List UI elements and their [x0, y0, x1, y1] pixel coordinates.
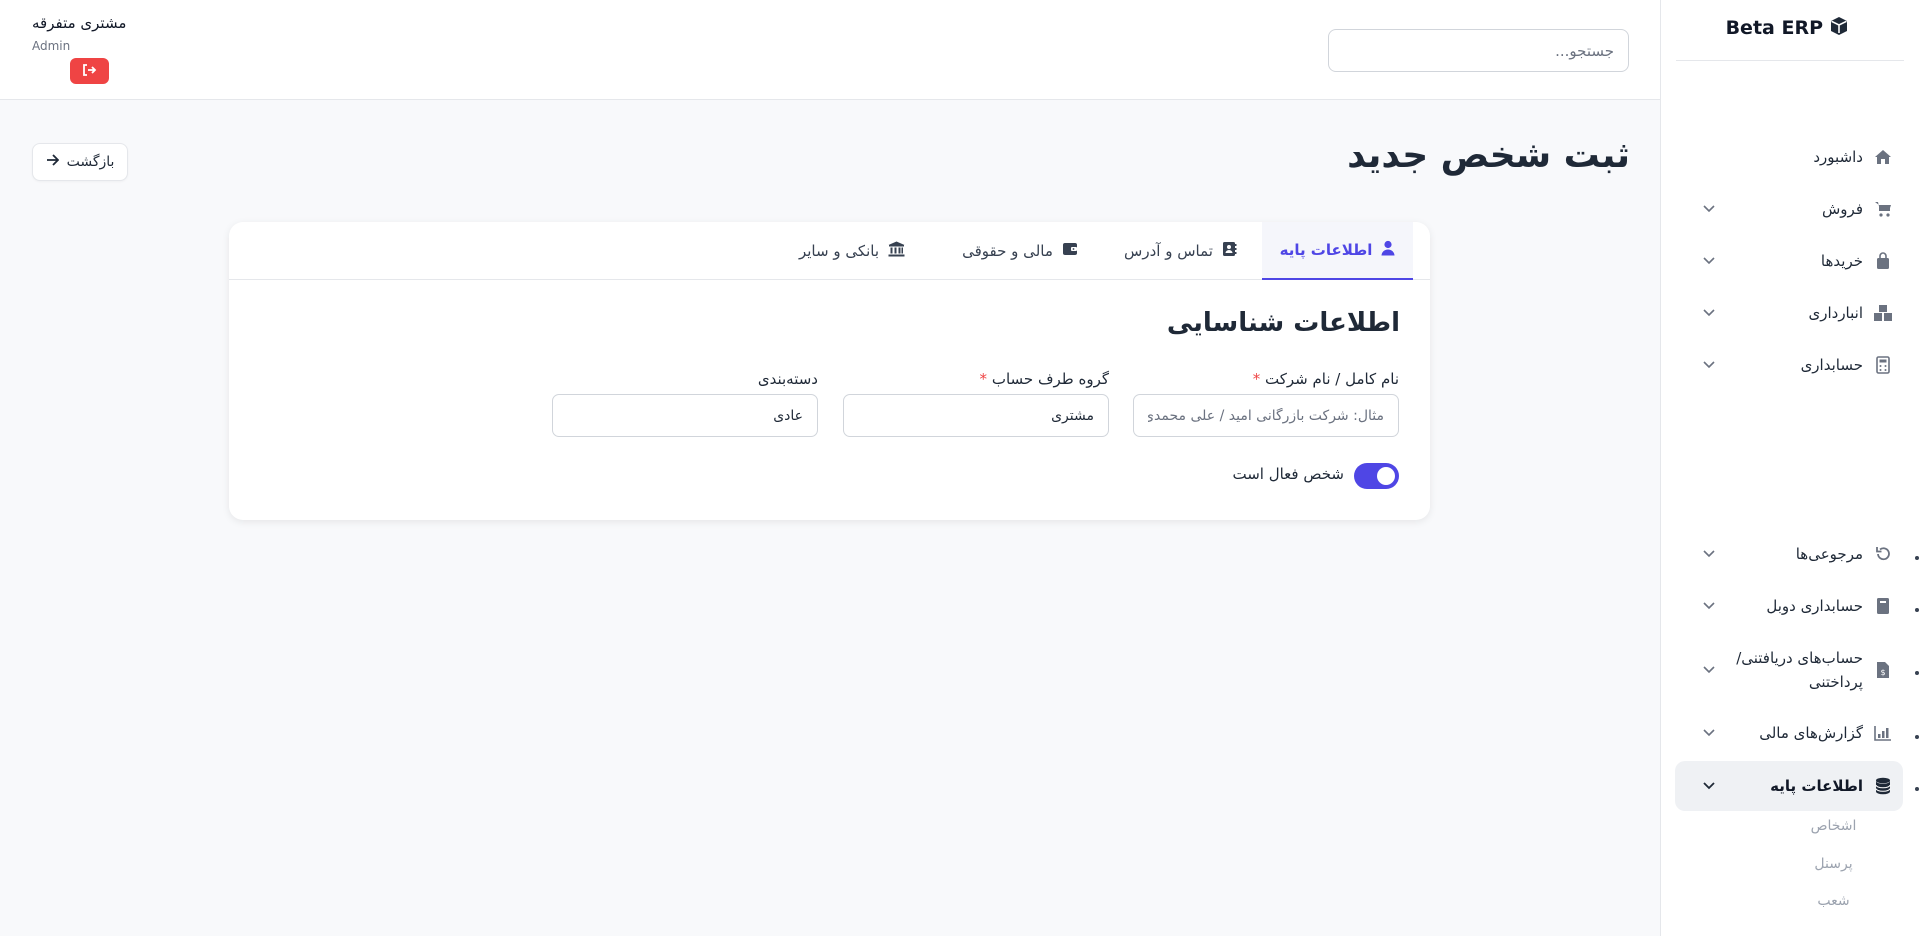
sidebar-item-sales[interactable]: فروش [1675, 185, 1903, 233]
nav-dot [1915, 787, 1919, 791]
form-tabs: اطلاعات پایه تماس و آدرس مالی و حقوقی با… [229, 222, 1430, 280]
required-marker: * [1252, 370, 1261, 388]
sidebar-item-purchases[interactable]: خریدها [1675, 237, 1903, 285]
database-icon [1863, 777, 1903, 795]
sidebar-item-base-info[interactable]: اطلاعات پایه [1675, 761, 1903, 811]
chart-icon [1863, 725, 1903, 741]
contact-book-icon [1222, 241, 1237, 261]
chevron-down-icon [1703, 602, 1715, 610]
sidebar-item-label: فروش [1821, 200, 1863, 218]
required-marker: * [979, 370, 988, 388]
field-label-account-group: گروه طرف حساب * [843, 370, 1109, 388]
calculator-icon [1863, 356, 1903, 374]
field-label-text: دسته‌بندی [757, 370, 818, 388]
back-button-label: بازگشت [66, 154, 115, 170]
chevron-down-icon [1703, 205, 1715, 213]
nav-dot [1915, 671, 1919, 675]
sidebar-subitem-persons[interactable]: اشخاص [1660, 818, 1919, 842]
sidebar-item-label: حسابداری [1800, 356, 1863, 374]
nav-dot [1915, 735, 1919, 739]
tab-basic-info[interactable]: اطلاعات پایه [1262, 222, 1413, 280]
nav-dot [1915, 556, 1919, 560]
full-name-input[interactable] [1133, 394, 1399, 437]
bank-icon [888, 241, 905, 261]
sidebar-item-label: داشبورد [1813, 148, 1863, 166]
tab-label: اطلاعات پایه [1279, 241, 1373, 259]
svg-text:$: $ [1880, 668, 1885, 677]
top-header: مشتری متفرقه Admin [0, 0, 1660, 100]
user-name: مشتری متفرقه [32, 14, 127, 32]
tab-label: بانکی و سایر [798, 242, 880, 260]
person-form-card: اطلاعات پایه تماس و آدرس مالی و حقوقی با… [229, 222, 1430, 520]
chevron-down-icon [1703, 729, 1715, 737]
sidebar-item-inventory[interactable]: انبارداری [1675, 289, 1903, 337]
cart-icon [1863, 200, 1903, 218]
toggle-knob [1377, 467, 1395, 485]
chevron-down-icon [1703, 550, 1715, 558]
bag-icon [1863, 252, 1903, 270]
tab-bank-other[interactable]: بانکی و سایر [769, 222, 935, 280]
cube-icon [1829, 16, 1849, 41]
sidebar-item-label: مرجوعی‌ها [1795, 545, 1863, 563]
sidebar-item-double-entry[interactable]: حسابداری دوبل [1675, 582, 1903, 630]
sidebar-item-label: خریدها [1820, 252, 1863, 270]
sidebar: Beta ERP داشبورد فروش خریدها انبارداری ح… [1660, 0, 1919, 936]
chevron-down-icon [1703, 361, 1715, 369]
chevron-down-icon [1703, 309, 1715, 317]
book-icon [1863, 597, 1903, 615]
tab-label: تماس و آدرس [1124, 242, 1213, 260]
sidebar-item-label: اطلاعات پایه [1770, 777, 1863, 795]
search-input[interactable] [1328, 29, 1629, 72]
sidebar-item-financial-reports[interactable]: گزارش‌های مالی [1675, 709, 1903, 757]
sidebar-item-dashboard[interactable]: داشبورد [1675, 133, 1903, 181]
tab-contact-address[interactable]: تماس و آدرس [1105, 222, 1256, 280]
field-label-full-name: نام کامل / نام شرکت * [1133, 370, 1399, 388]
sidebar-item-receivables-payables[interactable]: $ حساب‌های دریافتنی/ پرداختنی [1675, 640, 1903, 700]
section-title: اطلاعات شناسایی [1166, 308, 1400, 338]
sidebar-item-label: حساب‌های دریافتنی/ پرداختنی [1736, 649, 1863, 691]
sidebar-subitem-personnel[interactable]: پرسنل [1660, 856, 1919, 880]
page-title: ثبت شخص جدید [1347, 135, 1630, 176]
sidebar-item-label: گزارش‌های مالی [1759, 724, 1863, 742]
brand-divider [1676, 60, 1904, 61]
invoice-icon: $ [1863, 661, 1903, 679]
tab-financial-legal[interactable]: مالی و حقوقی [941, 222, 1099, 280]
logout-button[interactable] [70, 58, 109, 84]
wallet-icon [1062, 242, 1078, 260]
chevron-down-icon [1703, 666, 1715, 674]
brand-logo[interactable]: Beta ERP [1726, 14, 1849, 42]
active-toggle[interactable] [1354, 463, 1399, 489]
boxes-icon [1863, 304, 1903, 322]
sidebar-subitem-branches[interactable]: شعب [1660, 893, 1919, 917]
arrow-right-icon [46, 154, 59, 170]
brand-name: Beta ERP [1725, 17, 1823, 39]
sidebar-item-label: حسابداری دوبل [1766, 597, 1863, 615]
chevron-down-icon [1703, 782, 1715, 790]
sidebar-item-returns[interactable]: مرجوعی‌ها [1675, 530, 1903, 578]
back-button[interactable]: بازگشت [32, 143, 128, 181]
field-label-text: نام کامل / نام شرکت [1264, 370, 1399, 388]
user-icon [1381, 240, 1395, 260]
tab-label: مالی و حقوقی [962, 242, 1053, 260]
sidebar-item-label: انبارداری [1808, 304, 1863, 322]
field-label-category: دسته‌بندی [552, 370, 818, 388]
user-role: Admin [32, 39, 71, 53]
logout-icon [82, 63, 97, 79]
sidebar-item-accounting[interactable]: حسابداری [1675, 341, 1903, 389]
home-icon [1863, 148, 1903, 166]
field-label-text: گروه طرف حساب [991, 370, 1109, 388]
active-toggle-label: شخص فعال است [1232, 465, 1344, 483]
undo-icon [1863, 545, 1903, 563]
category-input[interactable] [552, 394, 818, 437]
account-group-input[interactable] [843, 394, 1109, 437]
chevron-down-icon [1703, 257, 1715, 265]
nav-dot [1915, 608, 1919, 612]
